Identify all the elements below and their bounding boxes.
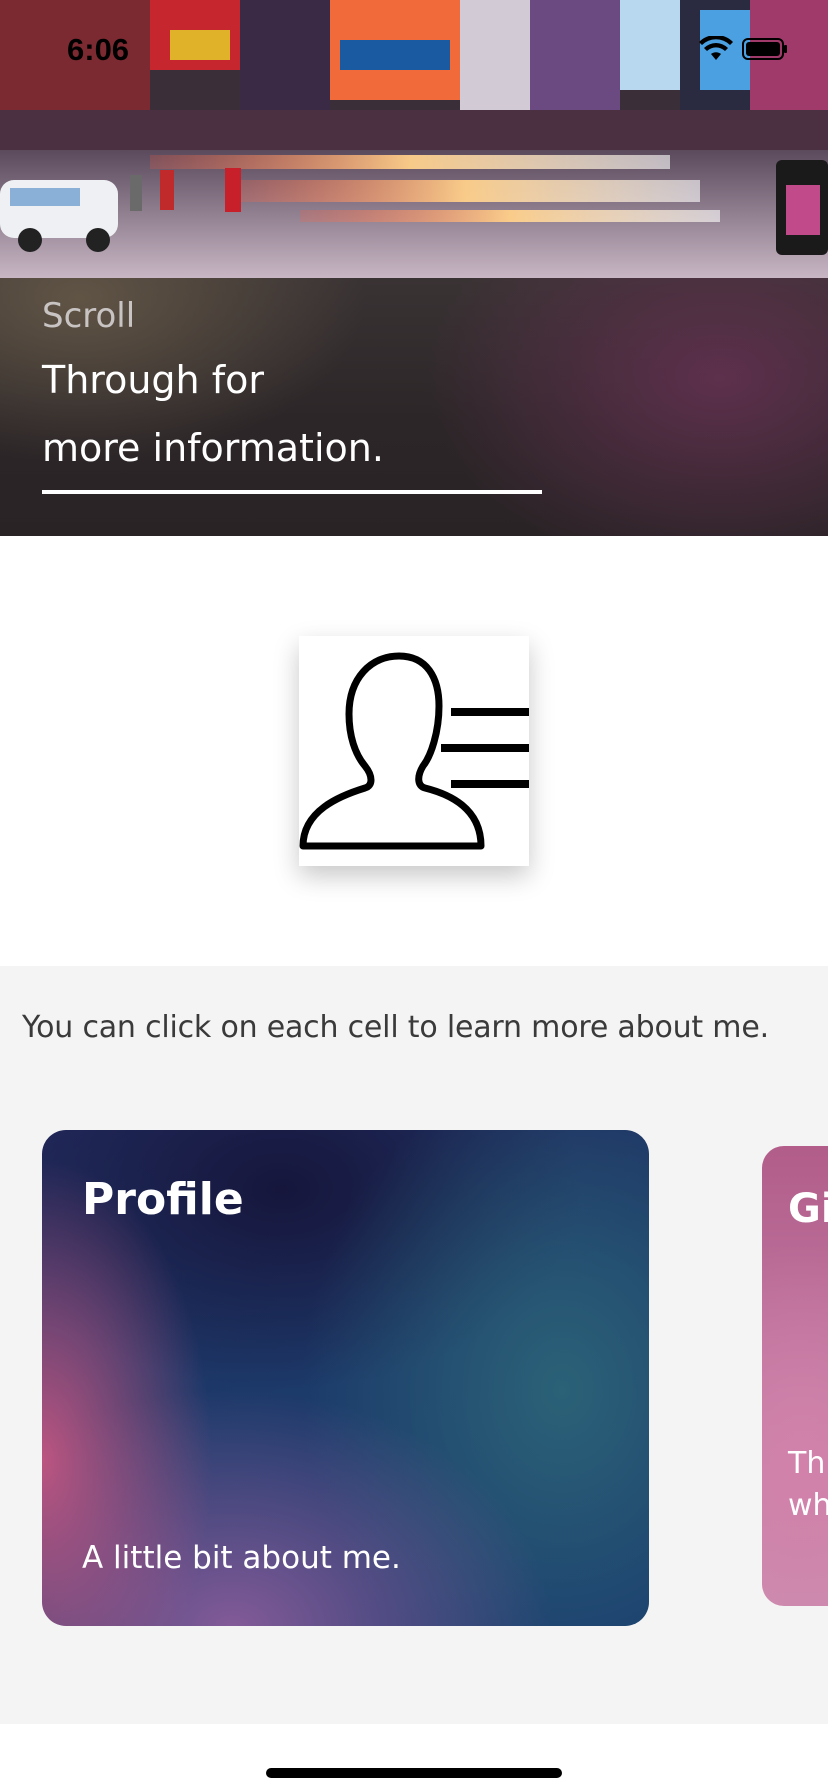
profile-card-icon: [299, 652, 529, 850]
status-time: 6:06: [67, 32, 130, 67]
hero-title-line-1: Through for: [42, 358, 264, 402]
hero-kicker: Scroll: [42, 296, 136, 336]
bottom-area: [0, 1724, 828, 1792]
card-subtitle: A little bit about me.: [82, 1540, 401, 1576]
status-bar: 6:06: [0, 0, 828, 96]
card-title: Gi: [788, 1186, 828, 1232]
profile-avatar[interactable]: [299, 636, 529, 866]
card-text-line-2: whe: [788, 1488, 828, 1523]
section-caption: You can click on each cell to learn more…: [22, 1010, 769, 1045]
cards-section: You can click on each cell to learn more…: [0, 966, 828, 1724]
wifi-icon: [699, 36, 733, 60]
profile-card[interactable]: Profile A little bit about me.: [42, 1130, 649, 1626]
hero-title-line-2: more information.: [42, 426, 384, 470]
home-indicator[interactable]: [266, 1768, 562, 1778]
card-text-line-1: This: [788, 1446, 828, 1481]
hero-underline: [42, 490, 542, 494]
hero-banner: Scroll Through for more information.: [0, 278, 828, 536]
card-title: Profile: [82, 1174, 244, 1225]
battery-icon: [742, 38, 787, 60]
next-card[interactable]: Gi This whe: [762, 1146, 828, 1606]
avatar-area: [0, 536, 828, 966]
